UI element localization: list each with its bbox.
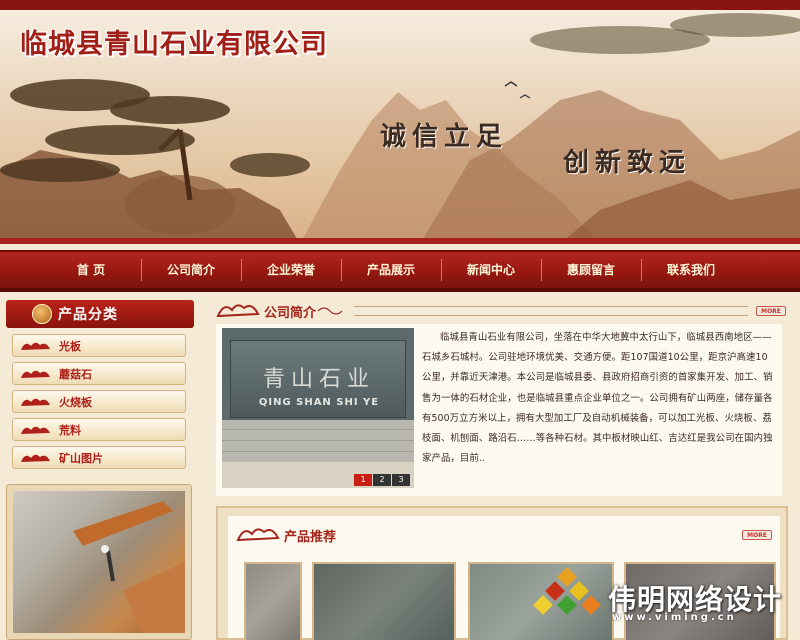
about-box: 青山石业 QING SHAN SHI YE 1 2 3 临城县青山石业有限公司，… (216, 324, 782, 496)
nav-item-contact[interactable]: 联系我们 (641, 249, 741, 291)
quarry-machine-illustration (73, 501, 185, 633)
category-item-polished-slab[interactable]: 光板 (12, 334, 186, 357)
nav-item-home[interactable]: 首 页 (41, 249, 141, 291)
photo-sign-english: QING SHAN SHI YE (258, 397, 380, 408)
about-section-header: 公司简介 MORE (216, 298, 786, 324)
cloud-icon (21, 342, 50, 350)
section-divider (354, 306, 748, 316)
cloud-icon (21, 398, 50, 406)
products-more-button[interactable]: MORE (742, 530, 772, 540)
header-banner: 临城县青山石业有限公司 诚信立足 创新致远 (0, 0, 800, 244)
pager-button-1[interactable]: 1 (354, 474, 372, 486)
category-title: 产品分类 (58, 307, 118, 323)
quarry-photo[interactable] (13, 491, 185, 633)
company-gate-photo[interactable]: 青山石业 QING SHAN SHI YE 1 2 3 (222, 328, 414, 488)
category-list: 光板 蘑菇石 火烧板 荒料 矿山图片 (6, 334, 194, 469)
cloud-icon (236, 528, 280, 542)
category-header: 产品分类 (6, 300, 194, 328)
site-title: 临城县青山石业有限公司 (20, 29, 328, 60)
category-label: 矿山图片 (59, 451, 103, 465)
category-item-raw-blocks[interactable]: 荒料 (12, 418, 186, 441)
about-paragraph: 临城县青山石业有限公司，坐落在中华大地冀中太行山下，临城县西南地区——石城乡石城… (422, 332, 773, 465)
product-thumbnail[interactable] (312, 562, 456, 640)
category-item-mushroom-stone[interactable]: 蘑菇石 (12, 362, 186, 385)
nav-item-guestbook[interactable]: 惠顾留言 (541, 249, 641, 291)
main-nav: 首 页 公司简介 企业荣誉 产品展示 新闻中心 惠顾留言 联系我们 (0, 250, 800, 292)
cloud-icon (21, 454, 50, 462)
quarry-photo-frame (6, 484, 192, 640)
stone-wall (222, 420, 414, 462)
cloud-icon (21, 370, 50, 378)
products-section-header: 产品推荐 MORE (236, 522, 772, 548)
about-more-button[interactable]: MORE (756, 306, 786, 316)
nav-item-about[interactable]: 公司简介 (141, 249, 241, 291)
nav-item-news[interactable]: 新闻中心 (441, 249, 541, 291)
category-label: 荒料 (59, 423, 81, 437)
photo-pager: 1 2 3 (353, 474, 410, 486)
pager-button-3[interactable]: 3 (392, 474, 410, 486)
product-thumbnail[interactable] (244, 562, 302, 640)
slogan-integrity: 诚信立足 (380, 122, 509, 152)
category-item-flamed-slab[interactable]: 火烧板 (12, 390, 186, 413)
company-stone-sign: 青山石业 QING SHAN SHI YE (230, 340, 406, 418)
nav-item-products[interactable]: 产品展示 (341, 249, 441, 291)
about-title: 公司简介 (264, 305, 317, 321)
scroll-ornament-icon (317, 307, 343, 315)
products-title: 产品推荐 (284, 529, 337, 545)
nav-item-honors[interactable]: 企业荣誉 (241, 249, 341, 291)
category-item-quarry-photos[interactable]: 矿山图片 (12, 446, 186, 469)
category-label: 蘑菇石 (59, 367, 92, 381)
cloud-icon (216, 304, 260, 318)
slogan-innovation: 创新致远 (563, 148, 692, 178)
banner-bottom-border (0, 238, 800, 244)
category-label: 火烧板 (59, 395, 92, 409)
photo-sign-chinese: 青山石业 (262, 367, 375, 392)
cloud-icon (21, 426, 50, 434)
sidebar: 产品分类 光板 蘑菇石 火烧板 荒料 矿山图片 (6, 300, 194, 474)
pager-button-2[interactable]: 2 (373, 474, 391, 486)
category-label: 光板 (59, 339, 81, 353)
bowl-icon (32, 304, 52, 324)
watermark-url: www.viming.cn (612, 612, 737, 623)
